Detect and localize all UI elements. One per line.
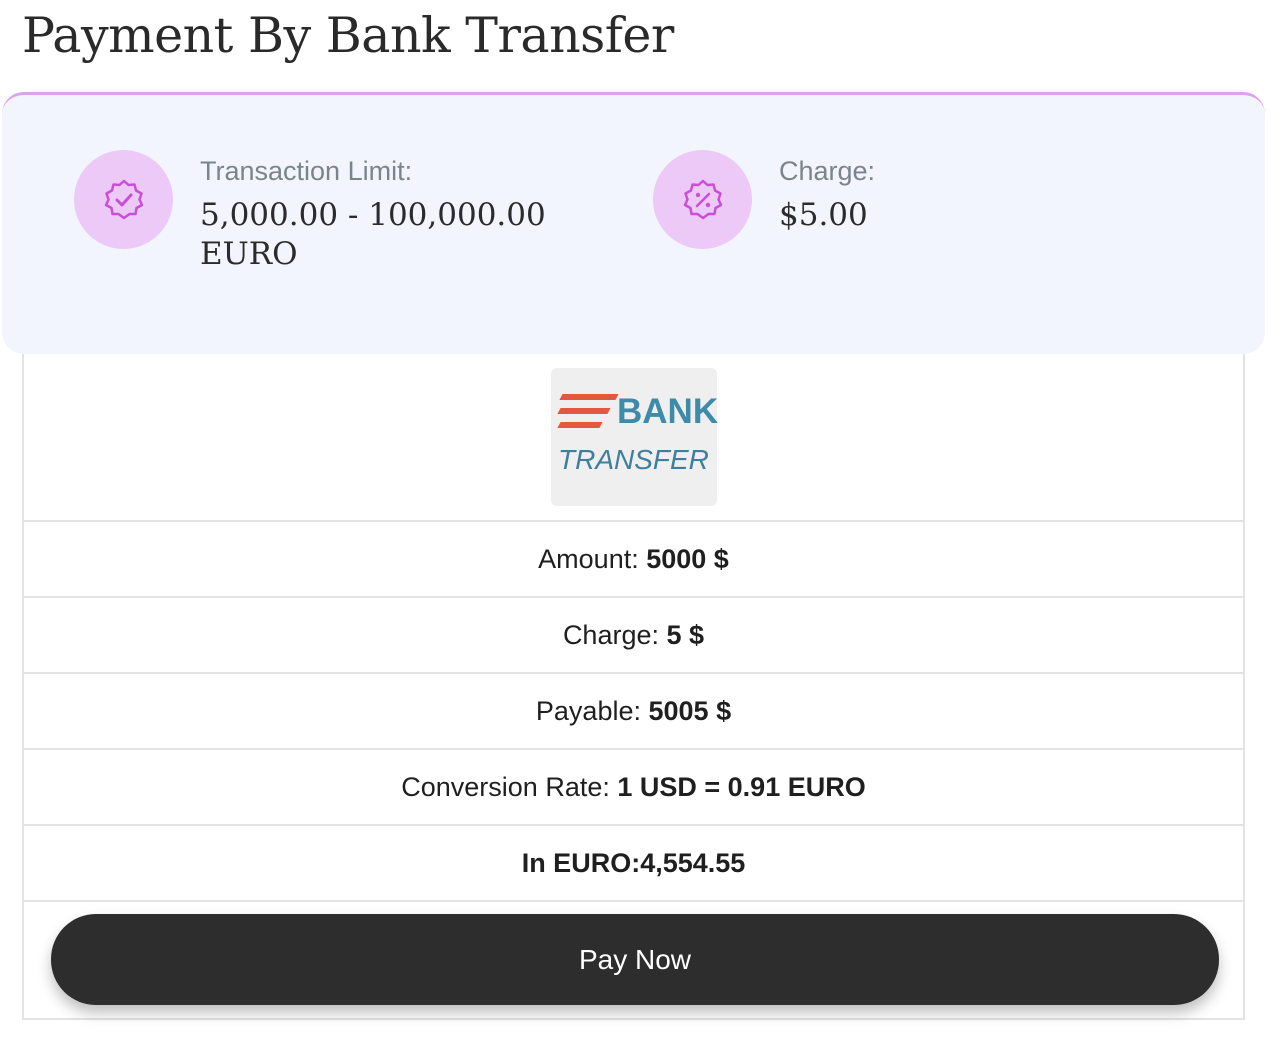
converted-amount-value: 4,554.55 (640, 847, 746, 878)
verified-badge-icon (74, 150, 173, 249)
charge-label: Charge: (779, 156, 876, 186)
pay-now-button[interactable]: Pay Now (51, 914, 1219, 1005)
logo-stripe (559, 394, 619, 400)
logo-bank-text: BANK (617, 392, 719, 431)
logo-transfer-text: TRANSFER (558, 444, 709, 475)
logo-stripe (557, 422, 603, 428)
converted-amount-row: In EURO: 4,554.55 (24, 826, 1243, 902)
amount-value: 5000 $ (646, 543, 729, 574)
payable-label: Payable: (535, 695, 641, 726)
logo-stripe (557, 408, 611, 414)
payment-details-table: BANK TRANSFER Amount: 5000 $ Charge: 5 $… (22, 354, 1245, 1020)
transaction-limit-value: 5,000.00 - 100,000.00 EURO (200, 197, 546, 272)
discount-badge-icon (653, 150, 752, 249)
charge-value: $5.00 (779, 197, 868, 233)
converted-amount-label: In EURO: (521, 847, 641, 878)
conversion-rate-row: Conversion Rate: 1 USD = 0.91 EURO (24, 750, 1243, 826)
payable-value: 5005 $ (648, 695, 732, 726)
charge-block: Charge: $5.00 (653, 150, 875, 249)
gateway-logo-row: BANK TRANSFER (24, 354, 1243, 522)
bank-transfer-logo: BANK TRANSFER (551, 368, 719, 506)
charge-row: Charge: 5 $ (24, 598, 1243, 674)
page-title: Payment By Bank Transfer (22, 7, 674, 64)
conversion-rate-value: 1 USD = 0.91 EURO (617, 771, 866, 802)
conversion-rate-label: Conversion Rate: (401, 771, 610, 802)
payment-info-card: Transaction Limit: 5,000.00 - 100,000.00… (2, 92, 1265, 354)
transaction-limit-block: Transaction Limit: 5,000.00 - 100,000.00… (74, 150, 620, 274)
charge-row-value: 5 $ (666, 619, 705, 650)
charge-row-label: Charge: (562, 619, 659, 650)
transaction-limit-label: Transaction Limit: (200, 156, 413, 186)
amount-row: Amount: 5000 $ (24, 522, 1243, 598)
payable-row: Payable: 5005 $ (24, 674, 1243, 750)
amount-label: Amount: (538, 543, 639, 574)
